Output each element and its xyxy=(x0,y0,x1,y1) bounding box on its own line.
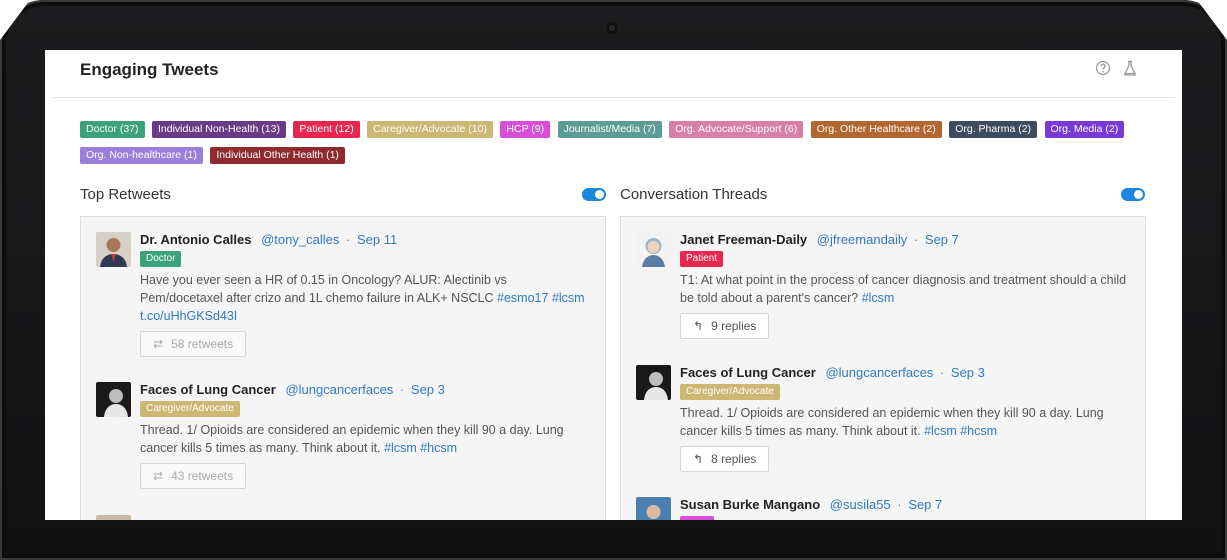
tag-individual-other-health[interactable]: Individual Other Health (1) xyxy=(210,147,345,164)
tag-caregiver-advocate[interactable]: Caregiver/Advocate (10) xyxy=(367,121,493,138)
avatar xyxy=(636,497,671,520)
flask-icon[interactable] xyxy=(1122,60,1138,76)
tag-org-advocate-support[interactable]: Org. Advocate/Support (6) xyxy=(669,121,804,138)
conversation-threads-panel: Janet Freeman-Daily @jfreemandaily · Sep… xyxy=(620,216,1146,520)
hashtag-link[interactable]: #lcsm xyxy=(384,441,417,455)
reply-icon: ↰ xyxy=(693,319,704,333)
tweet-date[interactable]: Sep 7 xyxy=(925,232,959,247)
tweet-date[interactable]: Sep 11 xyxy=(357,232,397,247)
hashtag-link[interactable]: #lcsm xyxy=(924,424,957,438)
screen: Engaging Tweets Doctor (37) Individual N… xyxy=(45,50,1182,520)
hashtag-link[interactable]: #hcsm xyxy=(960,424,997,438)
conversation-threads-title: Conversation Threads xyxy=(620,186,768,203)
tweet-badge: Caregiver/Advocate xyxy=(140,401,240,417)
tweet-handle[interactable]: @jfreemandaily xyxy=(817,232,908,247)
retweets-button[interactable]: ⇄ 43 retweets xyxy=(140,463,247,489)
camera-icon xyxy=(606,22,618,34)
tweet-url-link[interactable]: t.co/uHhGKSd43I xyxy=(140,309,237,323)
hashtag-link[interactable]: #lcsm xyxy=(862,291,895,305)
retweet-icon: ⇄ xyxy=(153,337,164,351)
top-retweets-title: Top Retweets xyxy=(80,186,171,203)
tweet-author[interactable]: Faces of Lung Cancer xyxy=(680,365,816,380)
hashtag-link[interactable]: #esmo17 xyxy=(497,291,548,305)
tweet-text: Thread. 1/ Opioids are considered an epi… xyxy=(680,406,1104,438)
tweet-body: Susan Burke Mangano @susila55 · Sep 7 xyxy=(680,497,1130,520)
tweet-badge: Caregiver/Advocate xyxy=(680,384,780,400)
hashtag-link[interactable]: #hcsm xyxy=(420,441,457,455)
tweet-text: Have you ever seen a HR of 0.15 in Oncol… xyxy=(140,273,585,323)
help-circle-icon[interactable] xyxy=(1095,60,1111,76)
tweet-author[interactable]: Janet Freeman-Daily xyxy=(680,232,807,247)
top-retweets-panel: Dr. Antonio Calles @tony_calles · Sep 11… xyxy=(80,216,606,520)
tweet-date[interactable]: Sep 3 xyxy=(411,382,445,397)
separator: · xyxy=(897,497,902,512)
tweet-badge: Patient xyxy=(680,251,724,267)
tweet-author[interactable]: Susan Burke Mangano xyxy=(680,497,820,512)
conversation-threads-toggle[interactable] xyxy=(1121,188,1145,201)
replies-button[interactable]: ↰ 9 replies xyxy=(680,313,770,339)
tweet-handle[interactable]: @lungcancerfaces xyxy=(825,365,933,380)
top-retweets-toggle[interactable] xyxy=(582,188,606,201)
separator: · xyxy=(939,365,945,380)
avatar xyxy=(96,382,131,417)
tweet-author[interactable]: Dr. Antonio Calles xyxy=(140,232,251,247)
tweet-badge: Doctor xyxy=(140,251,182,267)
separator: · xyxy=(913,232,919,247)
retweet-icon: ⇄ xyxy=(153,469,164,483)
tweet-body: Faces of Lung Cancer @lungcancerfaces · … xyxy=(680,365,1130,472)
tag-org-media[interactable]: Org. Media (2) xyxy=(1044,121,1125,138)
tag-doctor[interactable]: Doctor (37) xyxy=(80,121,145,138)
card-header: Engaging Tweets xyxy=(53,50,1174,98)
reply-icon: ↰ xyxy=(693,452,704,466)
tag-individual-non-health[interactable]: Individual Non-Health (13) xyxy=(151,121,286,138)
tweet-author[interactable]: Faces of Lung Cancer xyxy=(140,382,276,397)
separator: · xyxy=(345,232,351,247)
engaging-tweets-card: Engaging Tweets Doctor (37) Individual N… xyxy=(53,50,1174,520)
tag-hcp[interactable]: HCP (9) xyxy=(500,121,551,138)
avatar xyxy=(96,232,131,267)
tweet-date[interactable]: Sep 3 xyxy=(951,365,985,380)
tweet-handle[interactable]: @susila55 xyxy=(830,497,891,512)
tweet-date[interactable]: Sep 7 xyxy=(908,497,942,512)
tag-org-pharma[interactable]: Org. Pharma (2) xyxy=(949,121,1038,138)
tag-patient[interactable]: Patient (12) xyxy=(293,121,360,138)
tweet-body: Janet Freeman-Daily @jfreemandaily · Sep… xyxy=(680,232,1130,339)
card-title: Engaging Tweets xyxy=(80,60,219,79)
avatar xyxy=(636,365,671,400)
tag-list: Doctor (37) Individual Non-Health (13) P… xyxy=(80,119,1150,171)
tag-org-non-healthcare[interactable]: Org. Non-healthcare (1) xyxy=(80,147,203,164)
tweet-badge xyxy=(680,516,714,520)
avatar xyxy=(636,232,671,267)
tweet-body: Faces of Lung Cancer @lungcancerfaces · … xyxy=(140,382,590,489)
tweet-handle[interactable]: @lungcancerfaces xyxy=(285,382,393,397)
hashtag-link[interactable]: #lcsm xyxy=(552,291,585,305)
tag-journalist-media[interactable]: Journalist/Media (7) xyxy=(557,121,662,138)
separator: · xyxy=(399,382,405,397)
retweets-button[interactable]: ⇄ 58 retweets xyxy=(140,331,247,357)
tweet-text: Thread. 1/ Opioids are considered an epi… xyxy=(140,423,564,455)
tag-org-other-healthcare[interactable]: Org. Other Healthcare (2) xyxy=(810,121,942,138)
tweet-handle[interactable]: @tony_calles xyxy=(261,232,339,247)
avatar xyxy=(96,515,131,520)
tweet-text: T1: At what point in the process of canc… xyxy=(680,273,1127,305)
tweet-body: Dr. Antonio Calles @tony_calles · Sep 11… xyxy=(140,232,590,357)
replies-button[interactable]: ↰ 8 replies xyxy=(680,446,770,472)
